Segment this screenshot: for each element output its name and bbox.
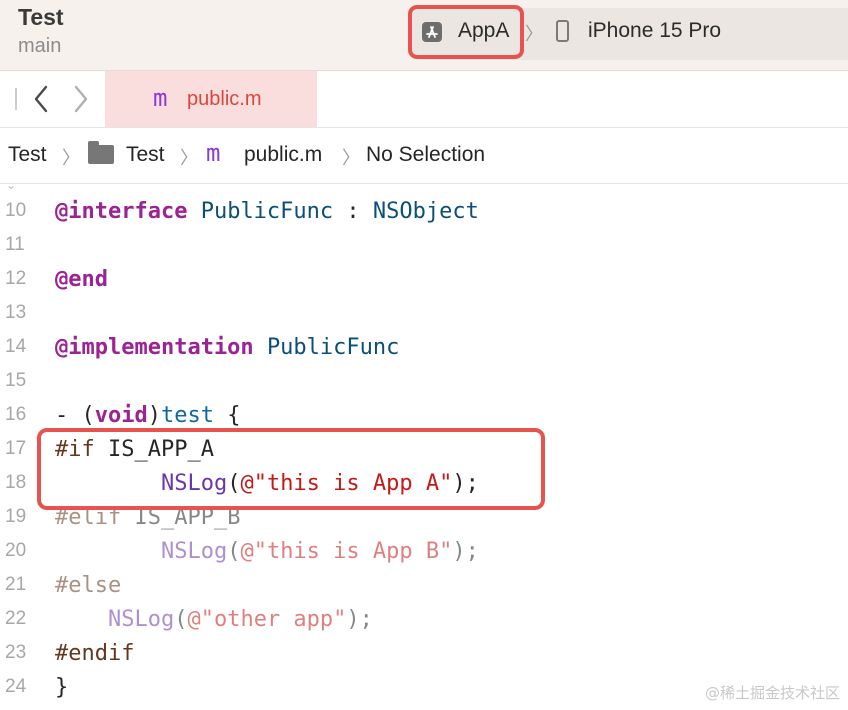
code-line[interactable]: 14 @implementation PublicFunc	[0, 332, 848, 366]
window-toolbar: Test main AppA 〉 iPhone 15 Pro	[0, 0, 848, 71]
line-number: 15	[5, 370, 27, 391]
editor-tab-bar: m public.m	[0, 71, 848, 128]
tab-bar-divider	[15, 88, 17, 110]
line-number: 21	[5, 574, 27, 595]
chevron-left-icon[interactable]	[30, 83, 52, 115]
line-number: 11	[5, 234, 25, 255]
objc-file-icon: m	[153, 84, 168, 112]
line-number: 19	[5, 506, 27, 527]
chevron-right-icon: 〉	[180, 148, 198, 168]
chevron-right-icon[interactable]	[70, 83, 92, 115]
objc-file-icon: m	[206, 139, 221, 167]
code-line[interactable]: 12 @end	[0, 264, 848, 298]
breadcrumb-group[interactable]: Test	[126, 143, 165, 167]
tab-public-m[interactable]: m public.m	[105, 71, 317, 127]
code-text: NSLog(@"this is App B");	[160, 539, 479, 564]
code-text: @interface PublicFunc : NSObject	[55, 199, 479, 224]
code-text: #else	[55, 573, 122, 598]
iphone-icon	[556, 20, 569, 42]
code-text: - (void)test {	[55, 403, 241, 428]
watermark: @稀土掘金技术社区	[704, 684, 840, 702]
chevron-right-icon: 〉	[342, 148, 360, 168]
line-number: 22	[5, 608, 27, 629]
code-text: }	[55, 675, 69, 700]
line-number: 12	[5, 268, 27, 289]
branch-name: main	[18, 35, 62, 57]
code-line[interactable]: 13	[0, 298, 848, 332]
line-number: 13	[5, 302, 27, 323]
code-text: @implementation PublicFunc	[55, 335, 400, 360]
code-line[interactable]: 15	[0, 366, 848, 400]
breadcrumb-file[interactable]: public.m	[244, 143, 322, 167]
code-line[interactable]: 22 NSLog(@"other app");	[0, 604, 848, 638]
line-number: 10	[5, 200, 27, 221]
tab-label: public.m	[187, 88, 262, 110]
code-line[interactable]: 21 #else	[0, 570, 848, 604]
breadcrumb-selection[interactable]: No Selection	[366, 143, 485, 167]
code-line[interactable]: 11	[0, 230, 848, 264]
jump-bar: Test 〉 Test 〉 m public.m 〉 No Selection	[0, 128, 848, 184]
project-name: Test	[18, 4, 64, 30]
line-number: 20	[5, 540, 27, 561]
scheme-highlight-box	[408, 5, 524, 59]
chevron-right-icon: 〉	[62, 148, 80, 168]
line-number: 17	[5, 438, 27, 459]
breadcrumb-project[interactable]: Test	[8, 143, 47, 167]
line-number: 14	[5, 336, 27, 357]
code-line[interactable]: 10 @interface PublicFunc : NSObject	[0, 196, 848, 230]
line-number: 16	[5, 404, 27, 425]
code-highlight-box	[37, 428, 545, 510]
run-destination-selector[interactable]: iPhone 15 Pro	[588, 19, 721, 43]
code-line[interactable]: 23 #endif	[0, 638, 848, 672]
line-number: 23	[5, 642, 27, 663]
chevron-right-icon: 〉	[525, 24, 543, 44]
fold-indicator-icon: ⌄	[6, 184, 17, 192]
code-text: @end	[55, 267, 108, 292]
code-line[interactable]: 20 NSLog(@"this is App B");	[0, 536, 848, 570]
code-text: NSLog(@"other app");	[107, 607, 373, 632]
folder-icon	[88, 141, 114, 164]
line-number: 24	[5, 676, 27, 697]
code-text: #endif	[55, 641, 135, 666]
line-number: 18	[5, 472, 27, 493]
